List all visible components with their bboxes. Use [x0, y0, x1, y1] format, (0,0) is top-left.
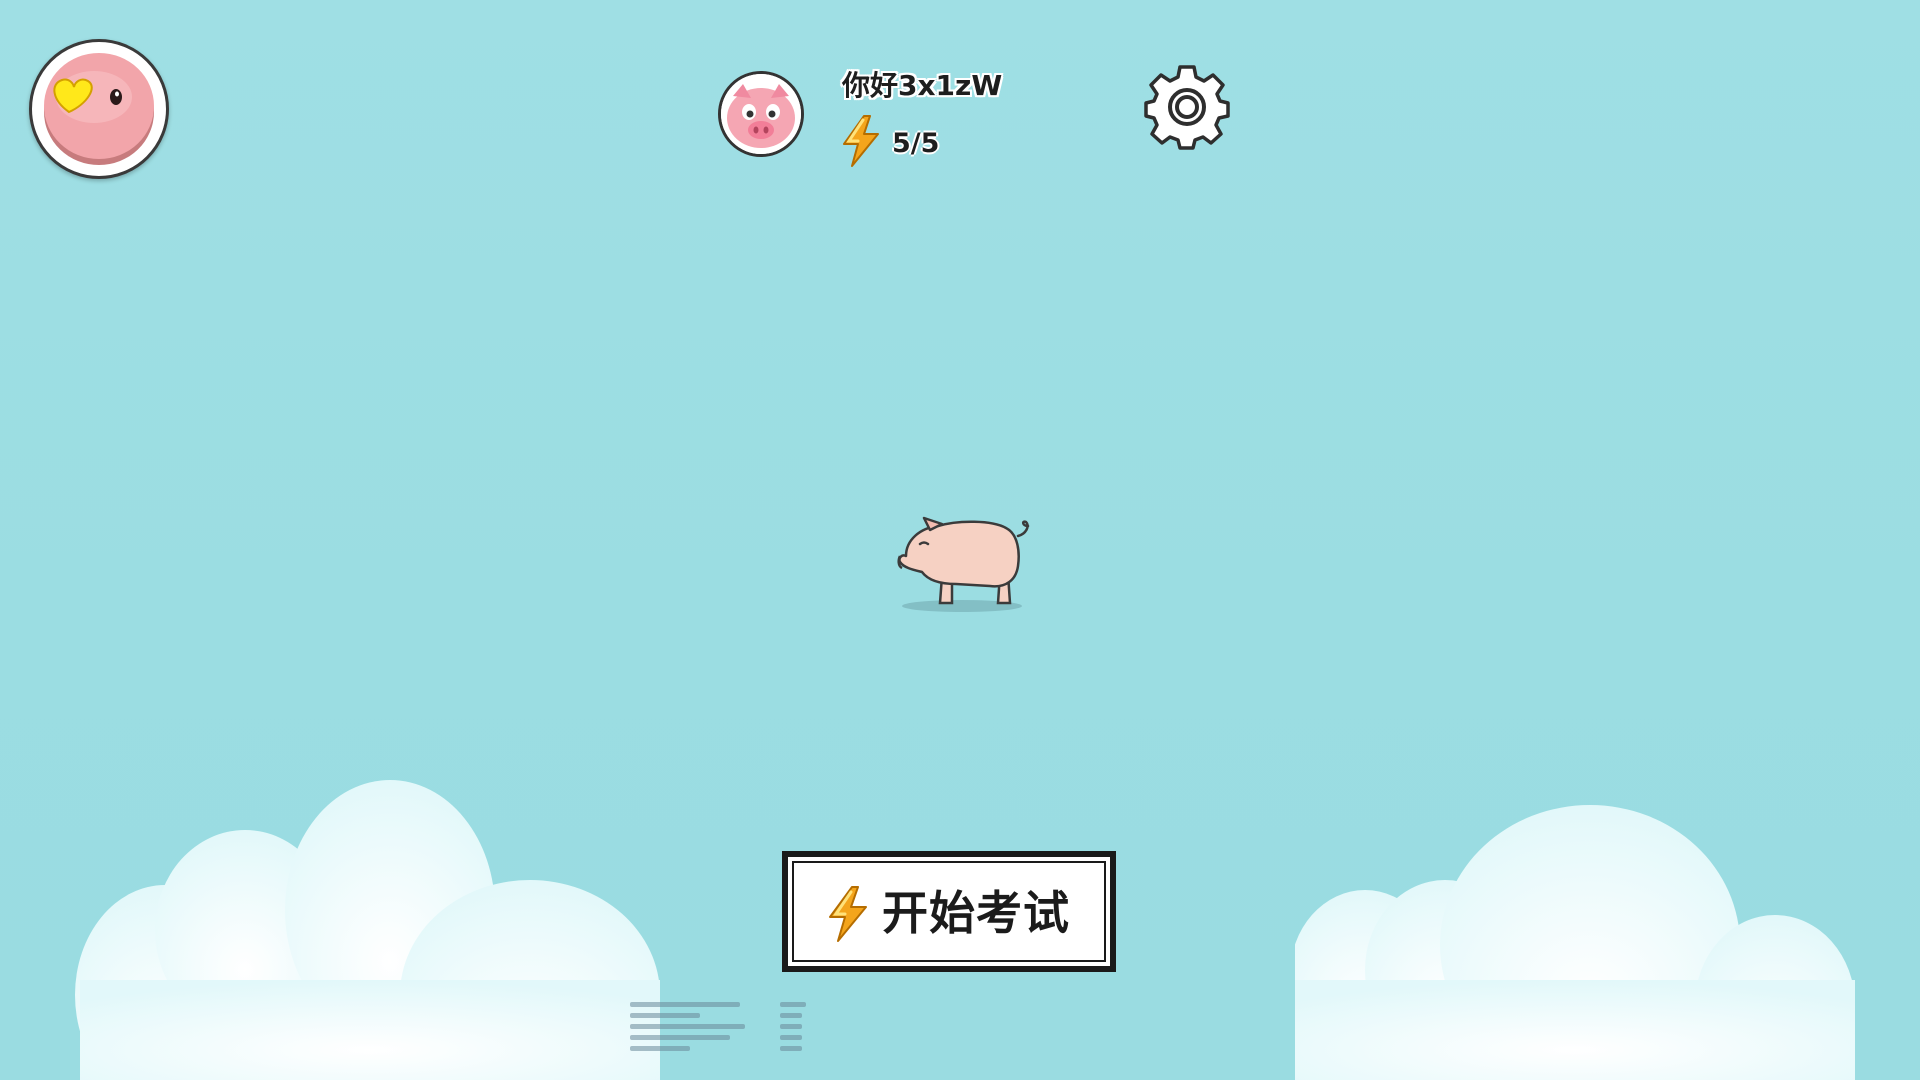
start-exam-label: 开始考试	[882, 886, 1070, 940]
pig-face-avatar	[721, 74, 801, 154]
cloud-right	[1295, 805, 1855, 1080]
pig-menu-button[interactable]	[29, 39, 169, 179]
pig-heart-icon	[44, 53, 154, 165]
start-exam-button[interactable]: 开始考试	[782, 851, 1116, 972]
lightning-icon	[829, 886, 867, 942]
player-name: 你好3x1zW	[842, 69, 1003, 102]
pig-character	[897, 516, 1030, 612]
lightning-icon	[843, 115, 879, 167]
gear-icon[interactable]	[1144, 64, 1230, 150]
avatar[interactable]	[718, 71, 804, 157]
cloud-left	[75, 780, 660, 1080]
energy-count: 5/5	[892, 128, 940, 159]
footer-fine-print	[630, 1000, 810, 1060]
